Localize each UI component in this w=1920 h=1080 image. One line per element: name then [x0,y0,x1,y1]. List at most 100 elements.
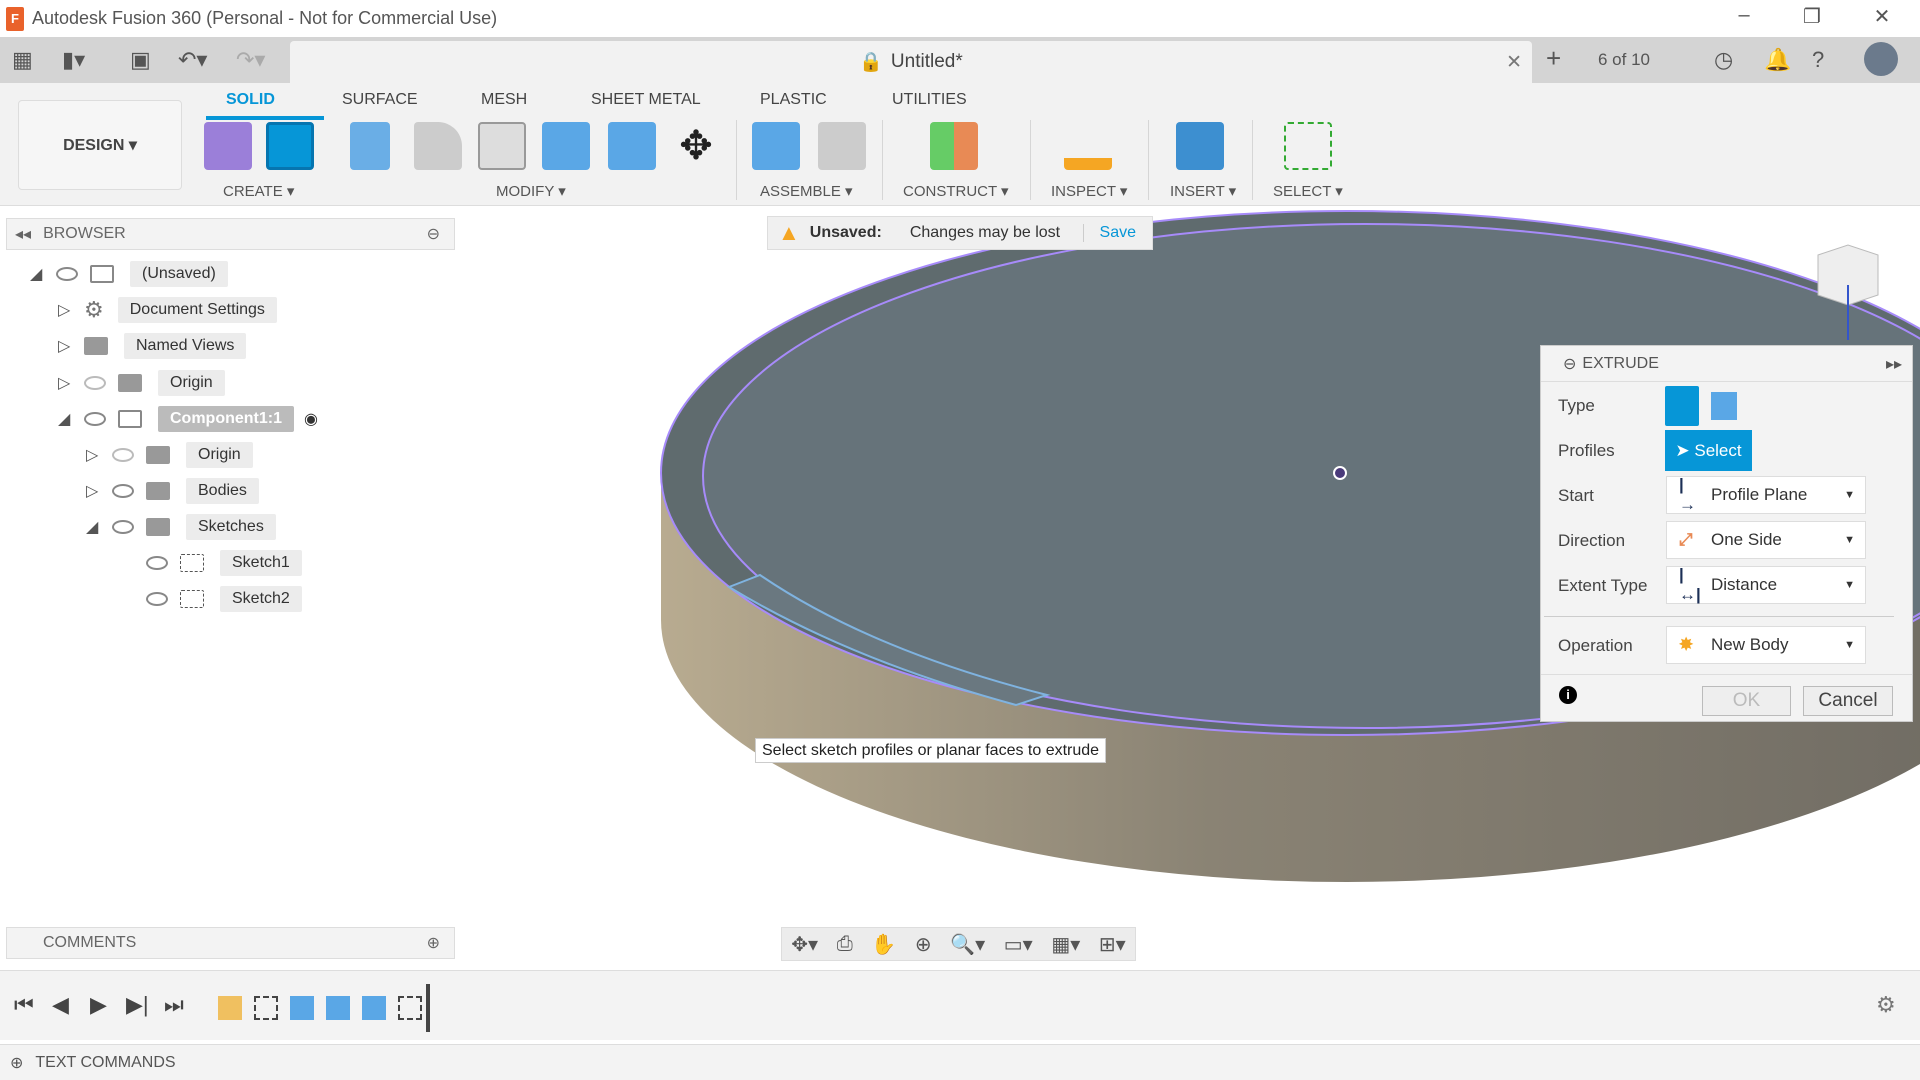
tree-item-sketches[interactable]: ◢ Sketches [86,512,276,542]
last-step-icon[interactable]: ⏭ [164,992,184,1018]
direction-dropdown[interactable]: ⤢ One Side ▼ [1666,521,1866,559]
tree-item-bodies[interactable]: ▷ Bodies [86,476,259,506]
text-commands-bar[interactable]: ⊕ TEXT COMMANDS [0,1044,1920,1080]
start-dropdown[interactable]: |→ Profile Plane ▼ [1666,475,1866,514]
modify-menu[interactable]: MODIFY ▾ [496,182,566,200]
assemble-menu[interactable]: ASSEMBLE ▾ [760,182,853,200]
timeline-extrude-icon[interactable] [326,996,350,1020]
extent-type-dropdown[interactable]: |↔| Distance ▼ [1666,565,1866,604]
new-tab-button[interactable]: + [1546,43,1561,74]
restore-button[interactable]: ❐ [1792,4,1832,29]
help-icon[interactable]: ? [1812,47,1824,73]
document-tab[interactable]: 🔒 Untitled* ✕ [290,41,1532,83]
timeline-extrude-icon[interactable] [362,996,386,1020]
shell-icon[interactable] [478,122,526,170]
tree-item-origin[interactable]: ▷ Origin [58,368,225,398]
timeline-settings-icon[interactable]: ⚙ [1876,992,1896,1018]
collapse-browser-icon[interactable]: ◂◂ [15,224,31,244]
one-side-icon: ⤢ [1679,530,1693,549]
expand-icon[interactable]: ▸▸ [1886,354,1902,374]
timeline-sketch-icon[interactable] [398,996,422,1020]
history-icon[interactable]: ◷ [1714,47,1733,73]
minimize-button[interactable]: – [1724,4,1764,27]
tab-sheet-metal[interactable]: SHEET METAL [591,91,701,109]
orbit-icon[interactable]: ✥▾ [791,932,818,957]
create-menu[interactable]: CREATE ▾ [223,182,294,200]
tree-item-sketch1[interactable]: Sketch1 [146,548,302,578]
file-menu-icon[interactable]: ▮▾ [62,47,85,73]
avatar[interactable] [1864,42,1898,76]
joint-icon[interactable] [818,122,866,170]
new-component-icon[interactable] [204,122,252,170]
look-at-icon[interactable]: ⎙ [837,933,853,956]
type-solid-button[interactable] [1665,386,1699,426]
save-icon[interactable]: ▣ [130,47,151,73]
redo-icon[interactable]: ↷▾ [236,47,265,73]
tree-item-sketch2[interactable]: Sketch2 [146,584,302,614]
app-logo-icon: F [6,6,24,31]
timeline-marker[interactable] [426,984,430,1032]
tab-surface[interactable]: SURFACE [342,91,418,109]
workspace-switcher[interactable]: DESIGN ▾ [18,100,182,190]
tree-item-named-views[interactable]: ▷ Named Views [58,331,247,361]
insert-image-icon[interactable] [1176,122,1224,170]
app-grid-icon[interactable]: ▦ [12,47,33,73]
add-comment-icon[interactable]: ⊕ [427,933,440,953]
notifications-icon[interactable]: 🔔 [1764,47,1791,73]
tab-mesh[interactable]: MESH [481,91,527,109]
profiles-select-button[interactable]: ➤ Select [1665,430,1752,471]
display-settings-icon[interactable]: ▭▾ [1004,932,1033,957]
tab-plastic[interactable]: PLASTIC [760,91,827,109]
tab-utilities[interactable]: UTILITIES [892,91,967,109]
play-icon[interactable]: ▶ [90,992,107,1018]
title-bar: F Autodesk Fusion 360 (Personal - Not fo… [0,0,1920,37]
select-box-icon[interactable] [1284,122,1332,170]
prev-step-icon[interactable]: ◀ [52,992,69,1018]
jobs-status[interactable]: 6 of 10 [1598,50,1650,70]
comments-panel[interactable]: COMMENTS ⊕ [6,927,455,959]
select-menu[interactable]: SELECT ▾ [1273,182,1343,200]
undo-icon[interactable]: ↶▾ [178,47,207,73]
inspect-menu[interactable]: INSPECT ▾ [1051,182,1127,200]
collapse-icon[interactable]: ⊖ [1563,354,1576,374]
measure-icon[interactable] [1064,122,1112,170]
next-step-icon[interactable]: ▶| [126,992,149,1018]
tree-item-component-origin[interactable]: ▷ Origin [86,440,253,470]
timeline-component-icon[interactable] [218,996,242,1020]
browser-title: BROWSER [43,225,126,242]
close-tab-button[interactable]: ✕ [1506,51,1522,74]
browser-options-icon[interactable]: ⊖ [427,224,440,244]
offset-plane-icon[interactable] [930,122,978,170]
new-component-assemble-icon[interactable] [752,122,800,170]
first-step-icon[interactable]: ⏮ [14,992,34,1018]
insert-menu[interactable]: INSERT ▾ [1170,182,1236,200]
extrude-icon[interactable] [266,122,314,170]
tree-item-root[interactable]: ◢ (Unsaved) [30,259,228,289]
offset-face-icon[interactable] [608,122,656,170]
tab-solid[interactable]: SOLID [226,91,275,109]
construct-menu[interactable]: CONSTRUCT ▾ [903,182,1009,200]
gear-icon: ⚙ [84,297,104,322]
cancel-button[interactable]: Cancel [1803,686,1893,716]
timeline-features [218,996,428,1026]
fit-icon[interactable]: 🔍▾ [950,932,985,957]
fillet-icon[interactable] [414,122,462,170]
combine-icon[interactable] [542,122,590,170]
zoom-icon[interactable]: ⊕ [915,932,932,957]
grid-icon[interactable]: ▦▾ [1051,932,1080,957]
move-icon[interactable]: ✥ [672,122,720,170]
press-pull-icon[interactable] [350,122,390,170]
viewports-icon[interactable]: ⊞▾ [1099,932,1126,957]
close-window-button[interactable]: ✕ [1862,4,1902,29]
tree-item-component[interactable]: ◢ Component1:1 ◉ [58,404,318,434]
info-icon[interactable]: i [1559,686,1577,704]
operation-dropdown[interactable]: ✸ New Body ▼ [1666,626,1866,664]
pan-icon[interactable]: ✋ [871,932,896,957]
type-thin-button[interactable] [1711,392,1737,420]
expand-icon[interactable]: ⊕ [10,1053,23,1073]
timeline-extrude-icon[interactable] [290,996,314,1020]
timeline-sketch-icon[interactable] [254,996,278,1020]
tree-item-document-settings[interactable]: ▷ ⚙ Document Settings [58,295,277,325]
ok-button[interactable]: OK [1702,686,1791,716]
save-link[interactable]: Save [1082,224,1152,242]
